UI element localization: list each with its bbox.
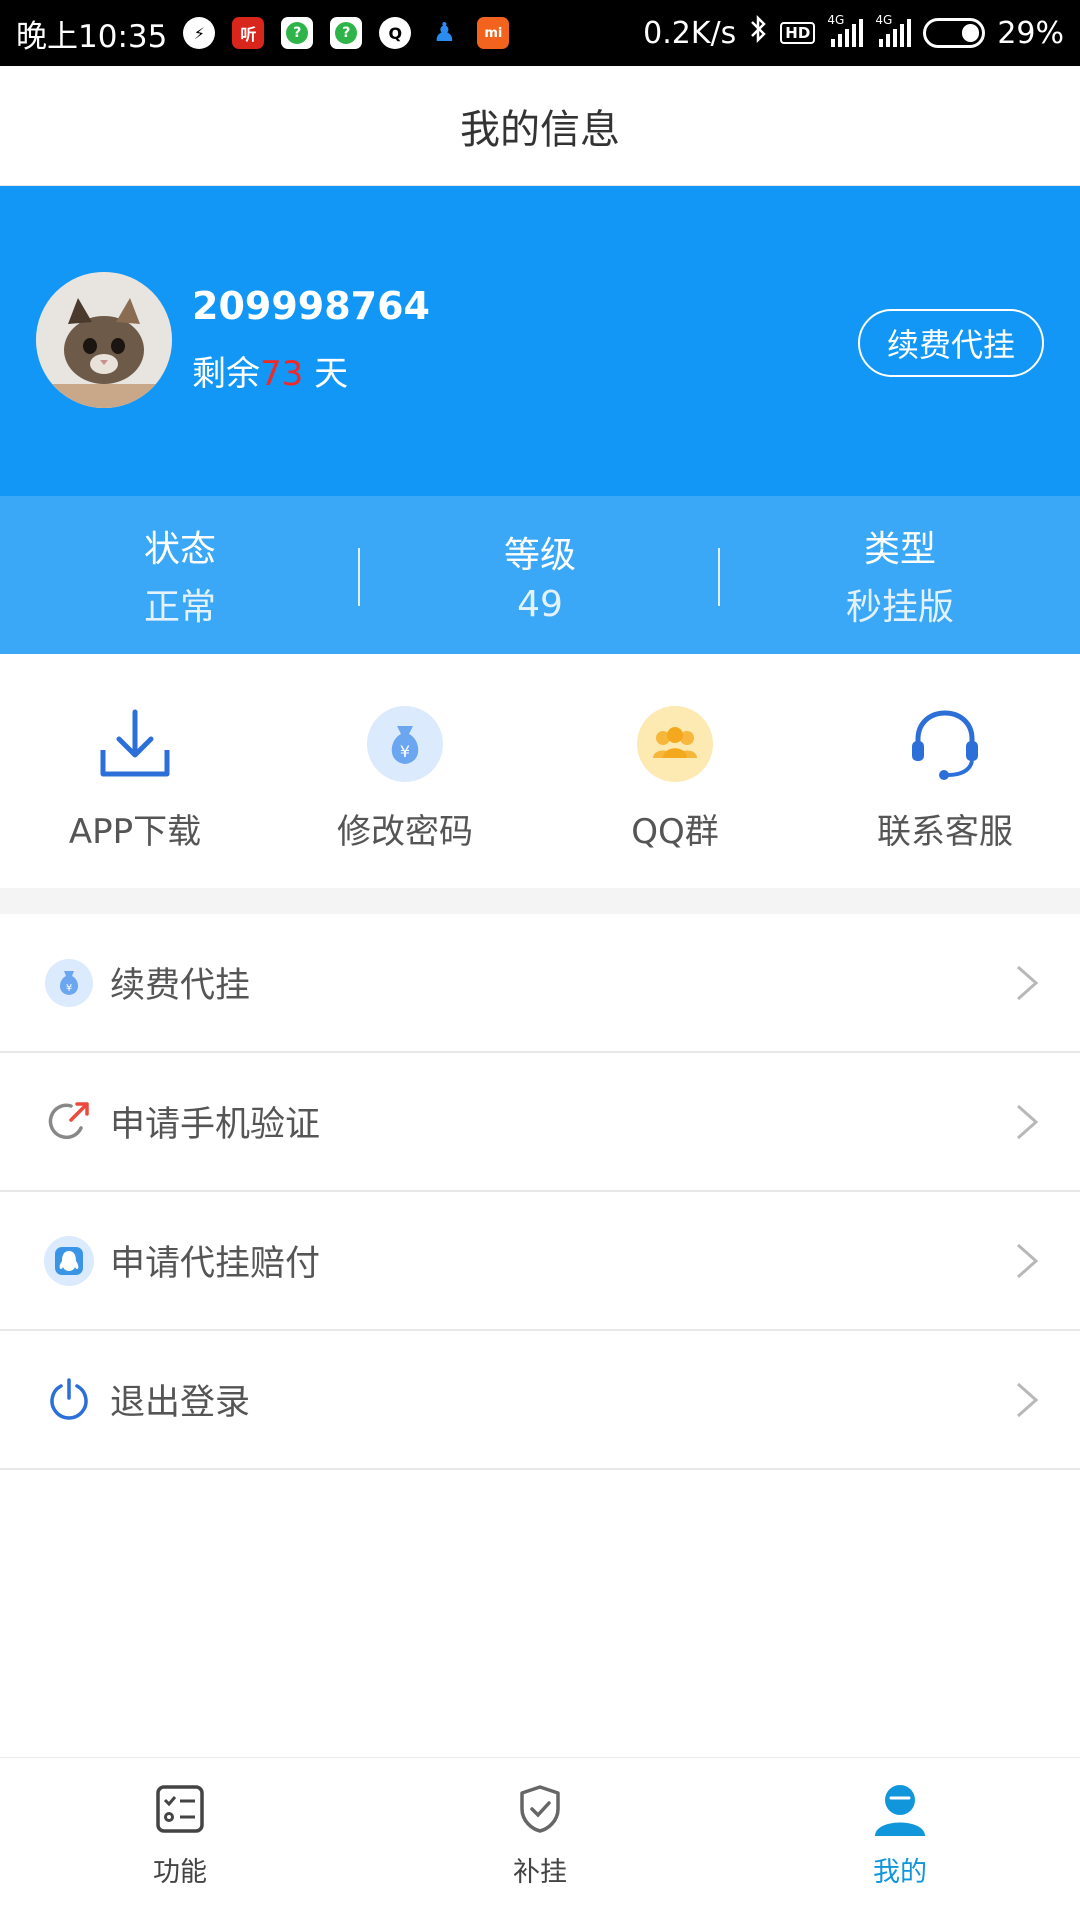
money-bag-icon: ¥ <box>44 958 94 1008</box>
signal-icon-2: 4G <box>875 13 912 47</box>
battery-icon <box>923 18 986 48</box>
renew-button[interactable]: 续费代挂 <box>858 309 1044 377</box>
change-password-button[interactable]: ¥ 修改密码 <box>270 654 540 888</box>
stat-value: 秒挂版 <box>845 587 954 628</box>
stat-label: 状态 <box>143 529 216 570</box>
avatar[interactable] <box>36 272 172 408</box>
remaining-prefix: 剩余 <box>192 354 260 394</box>
stat-status: 状态 正常 <box>0 496 360 654</box>
kitten-image <box>36 272 172 408</box>
shield-notification-icon: ⚡ <box>183 17 216 49</box>
signal-icon: 4G <box>827 13 864 47</box>
stat-value: 正常 <box>143 587 216 628</box>
ting-app-icon: 听 <box>232 17 265 49</box>
page-title: 我的信息 <box>0 66 1080 186</box>
tab-supplement[interactable]: 补挂 <box>360 1758 720 1920</box>
action-label: QQ群 <box>631 812 719 852</box>
menu-item-label: 续费代挂 <box>110 966 251 1006</box>
status-time: 晚上10:35 <box>16 18 168 55</box>
menu-item-label: 退出登录 <box>110 1383 251 1423</box>
bluetooth-icon <box>748 14 768 52</box>
battery-percent: 29% <box>997 15 1064 51</box>
download-icon <box>95 704 175 784</box>
user-icon <box>871 1780 929 1838</box>
chevron-right-icon <box>1017 1243 1039 1278</box>
menu-item-renew[interactable]: ¥ 续费代挂 <box>0 914 1080 1053</box>
hd-badge: HD <box>780 22 816 44</box>
menu-list: ¥ 续费代挂 申请手机验证 申请代挂赔付 退出登录 <box>0 914 1080 1470</box>
chevron-right-icon <box>1017 965 1039 1000</box>
remaining-days: 剩余73 天 <box>192 346 348 395</box>
svg-text:¥: ¥ <box>400 742 410 761</box>
tab-functions[interactable]: 功能 <box>0 1758 360 1920</box>
tab-label: 我的 <box>873 1857 927 1888</box>
tab-mine[interactable]: 我的 <box>720 1758 1080 1920</box>
remaining-days-value: 73 <box>260 354 304 394</box>
headset-icon <box>905 704 985 784</box>
stats-bar: 状态 正常 等级 49 类型 秒挂版 <box>0 496 1080 654</box>
user-id: 209998764 <box>192 284 430 328</box>
action-label: APP下载 <box>68 812 202 852</box>
checklist-icon <box>151 1780 209 1838</box>
search-app-icon: Q <box>379 17 412 49</box>
menu-item-compensation[interactable]: 申请代挂赔付 <box>0 1192 1080 1331</box>
question-app-icon-2: ? <box>330 17 363 49</box>
share-arrow-icon <box>44 1097 94 1147</box>
quick-actions: APP下载 ¥ 修改密码 QQ群 联系客服 <box>0 654 1080 888</box>
group-icon <box>635 704 715 784</box>
stat-value: 49 <box>517 583 563 625</box>
mi-app-icon: mi <box>477 17 510 49</box>
status-bar: 晚上10:35 ⚡ 听 ? ? Q ♟ mi 0.2K/s HD 4G 4G 2… <box>0 0 1080 66</box>
money-bag-icon: ¥ <box>365 704 445 784</box>
power-icon <box>44 1375 94 1425</box>
question-app-icon: ? <box>281 17 314 49</box>
contact-support-button[interactable]: 联系客服 <box>810 654 1080 888</box>
section-divider <box>0 888 1080 914</box>
profile-card: 209998764 剩余73 天 续费代挂 <box>0 186 1080 496</box>
menu-item-label: 申请代挂赔付 <box>110 1244 321 1284</box>
app-download-button[interactable]: APP下载 <box>0 654 270 888</box>
stat-level: 等级 49 <box>360 496 720 654</box>
stat-type: 类型 秒挂版 <box>720 496 1080 654</box>
stat-label: 等级 <box>503 534 576 576</box>
menu-item-logout[interactable]: 退出登录 <box>0 1331 1080 1470</box>
network-speed: 0.2K/s <box>643 15 737 51</box>
action-label: 联系客服 <box>877 812 1013 852</box>
bottom-nav: 功能 补挂 我的 <box>0 1757 1080 1920</box>
menu-item-label: 申请手机验证 <box>110 1105 321 1145</box>
chevron-right-icon <box>1017 1382 1039 1417</box>
svg-text:¥: ¥ <box>66 983 72 994</box>
action-label: 修改密码 <box>337 812 473 852</box>
qq-penguin-icon <box>44 1235 94 1286</box>
tab-label: 补挂 <box>513 1857 567 1888</box>
menu-item-phone-verify[interactable]: 申请手机验证 <box>0 1053 1080 1192</box>
shield-check-icon <box>511 1780 569 1838</box>
qq-group-button[interactable]: QQ群 <box>540 654 810 888</box>
chevron-right-icon <box>1017 1104 1039 1139</box>
stat-label: 类型 <box>863 529 936 570</box>
tab-label: 功能 <box>153 1857 207 1888</box>
screen: 晚上10:35 ⚡ 听 ? ? Q ♟ mi 0.2K/s HD 4G 4G 2… <box>0 0 1080 1920</box>
qq-app-icon: ♟ <box>432 18 456 48</box>
remaining-suffix: 天 <box>303 354 349 394</box>
